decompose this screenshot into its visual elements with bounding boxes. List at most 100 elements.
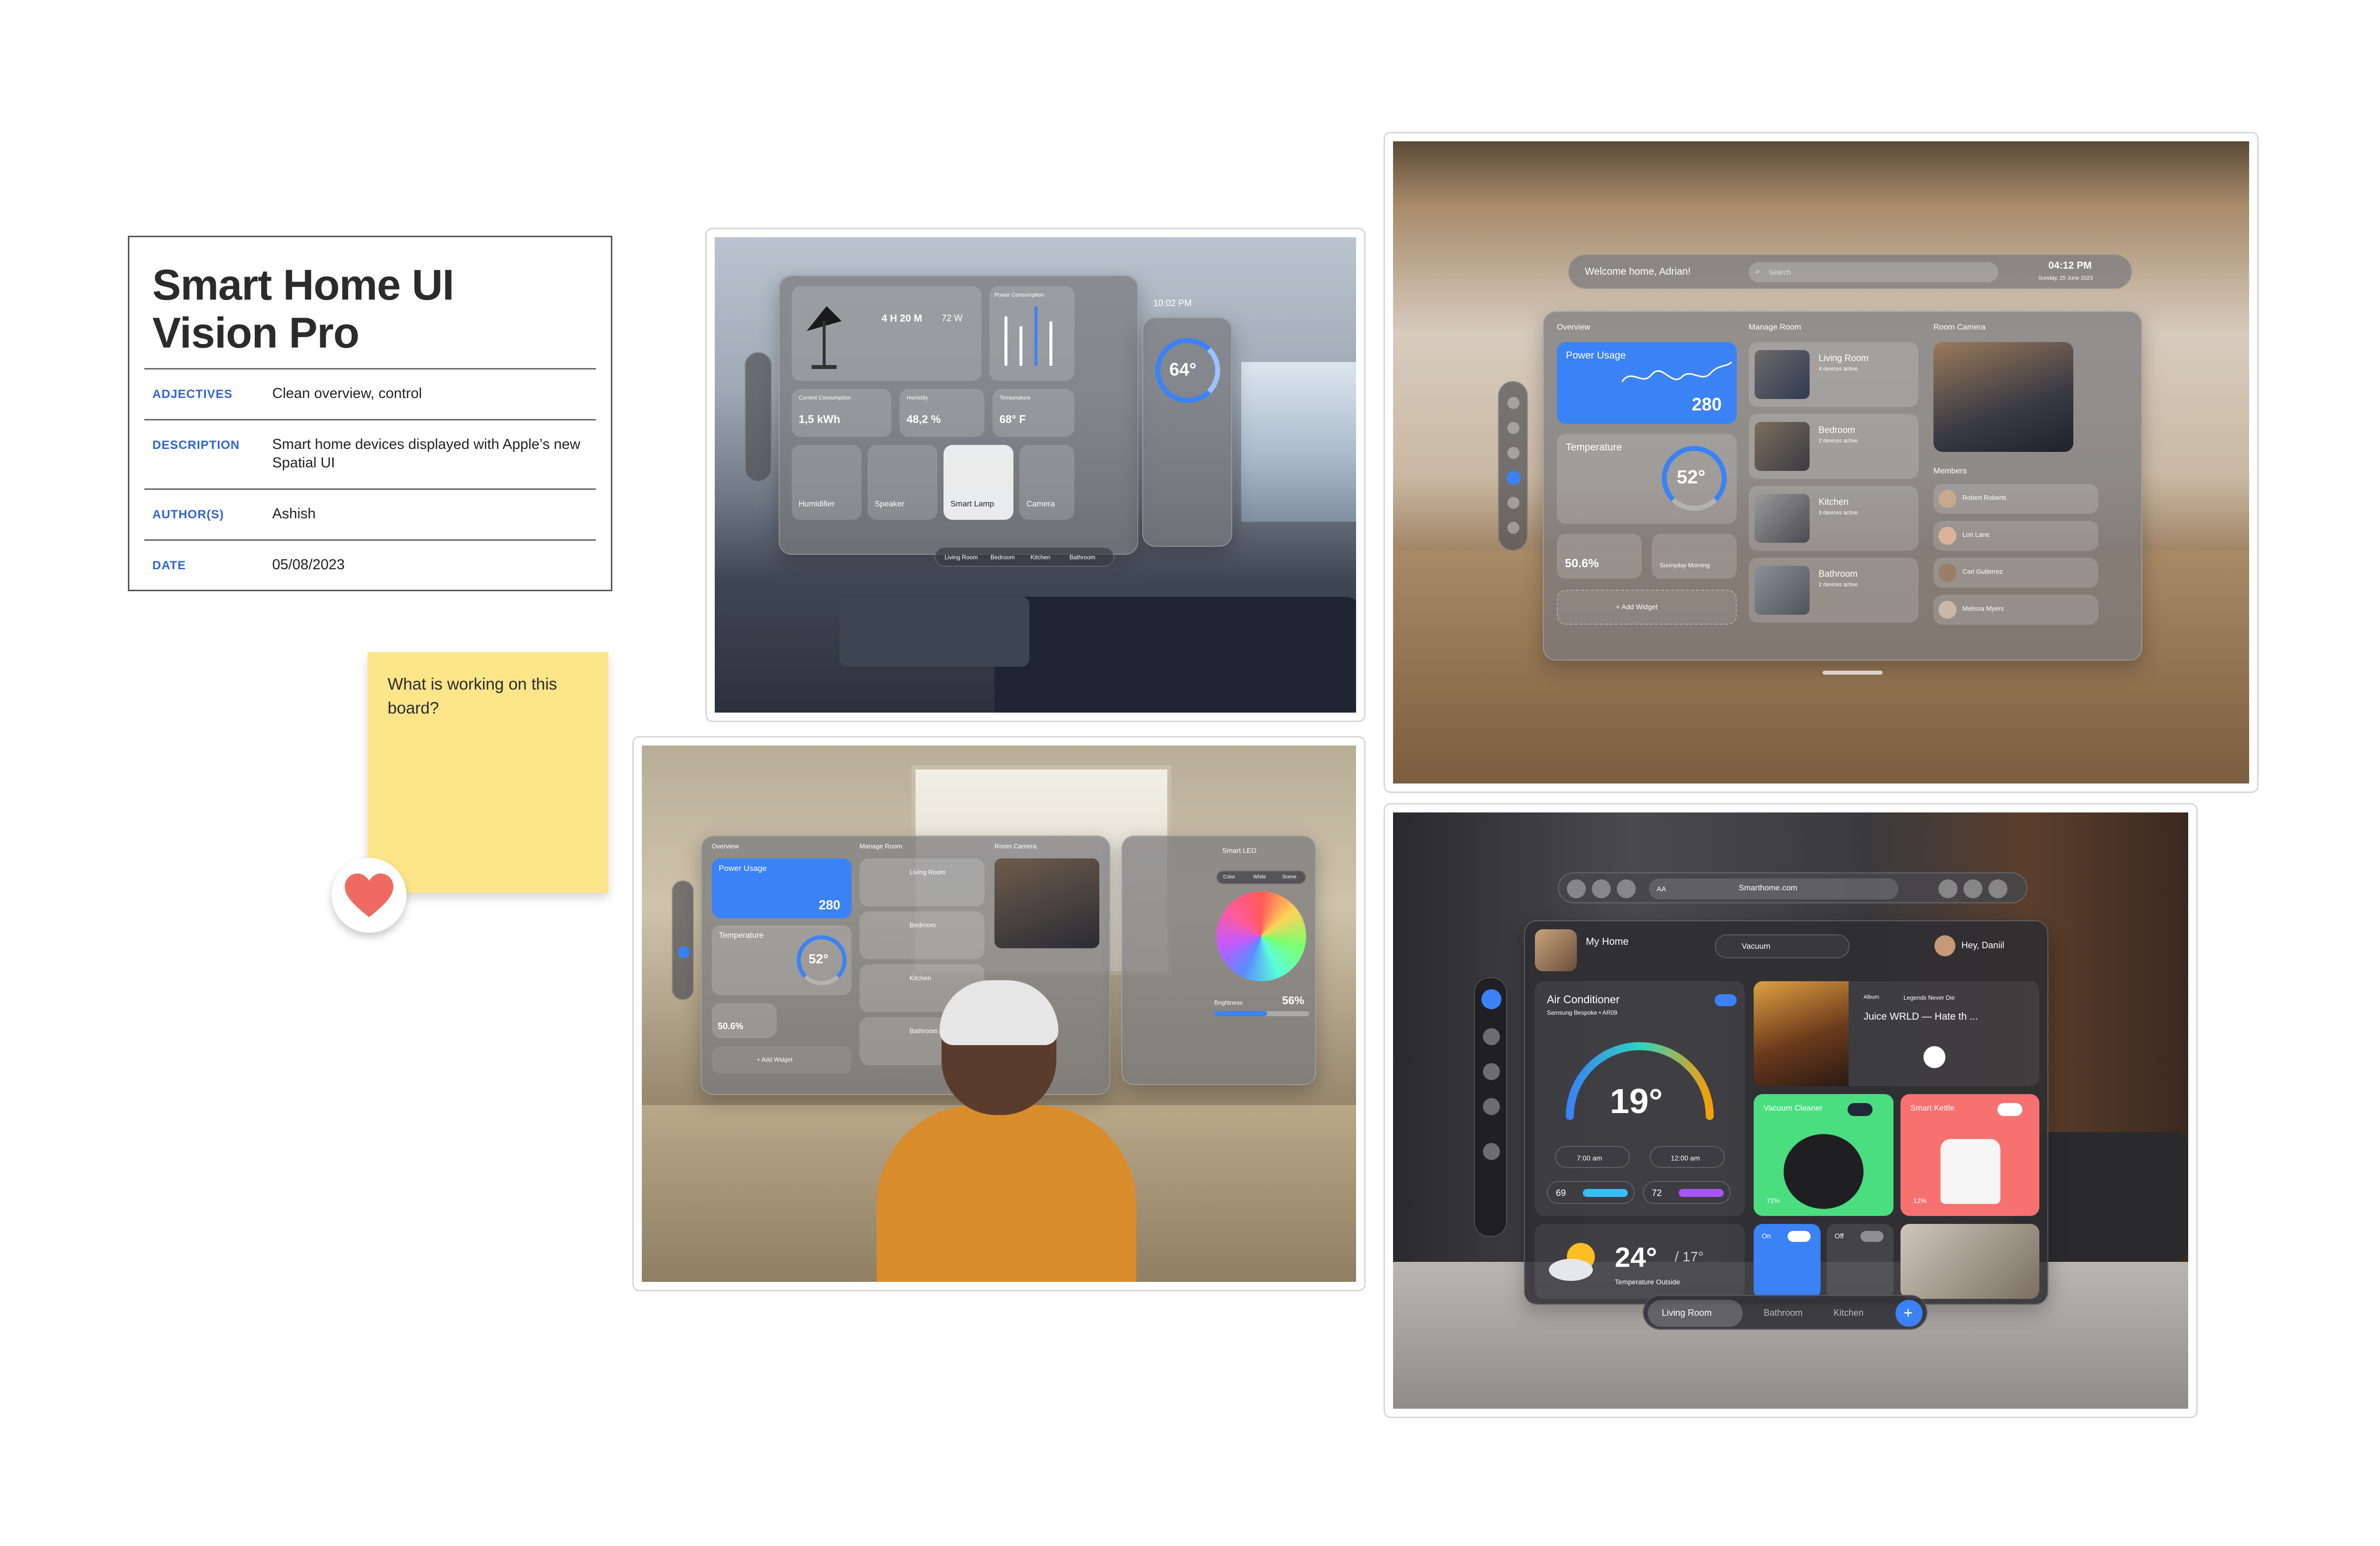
greeting-text: Hey, Daniil bbox=[1961, 940, 2004, 950]
ac-start-time-label: 7:00 am bbox=[1577, 1154, 1602, 1162]
screenshot-frame-dark-dashboard[interactable]: AA Smarthome.com My Home Vacuum Hey, Dan… bbox=[1384, 803, 2198, 1418]
light-mode-tabs[interactable]: Color White Scene bbox=[1216, 870, 1306, 884]
music-player-card[interactable]: Album Legends Never Die Juice WRLD — Hat… bbox=[1754, 981, 2039, 1086]
color-wheel[interactable] bbox=[1216, 891, 1306, 981]
tabs-icon[interactable] bbox=[1988, 879, 2007, 898]
add-icon[interactable] bbox=[678, 946, 690, 958]
tab-white[interactable]: White bbox=[1253, 874, 1266, 880]
room-tab-bar[interactable]: Living Room Bathroom Kitchen + bbox=[1643, 1295, 1927, 1330]
temperature-card[interactable]: Temperature 52° bbox=[1557, 434, 1737, 524]
device-label: Smart Lamp bbox=[951, 500, 994, 508]
vacuum-status-pill[interactable]: Vacuum bbox=[1715, 934, 1850, 958]
member-row[interactable]: Robert Roberts bbox=[1933, 484, 2098, 514]
forward-icon[interactable] bbox=[1617, 879, 1636, 898]
share-icon[interactable] bbox=[1938, 879, 1957, 898]
device-toggle[interactable] bbox=[1861, 1231, 1884, 1242]
sidebar-nav[interactable] bbox=[1474, 977, 1507, 1237]
temperature-card[interactable]: Temperature 52° bbox=[712, 925, 852, 995]
power-usage-card[interactable]: Power Usage 280 bbox=[712, 858, 852, 918]
vacuum-cleaner-card[interactable]: Vacuum Cleaner 72% bbox=[1754, 1094, 1894, 1216]
address-bar[interactable]: AA Smarthome.com bbox=[1649, 878, 1899, 899]
sidebar-icon[interactable] bbox=[1507, 497, 1519, 509]
room-card-bedroom[interactable]: Bedroom 2 devices active bbox=[1749, 414, 1918, 479]
lamp-card[interactable]: 4 H 20 M 72 W bbox=[792, 286, 981, 381]
device-speaker[interactable]: Speaker bbox=[868, 445, 938, 520]
room-camera-feed[interactable] bbox=[1933, 342, 2073, 452]
tab-kitchen[interactable]: Kitchen bbox=[1834, 1308, 1864, 1318]
device-tile-off[interactable]: Off bbox=[1827, 1224, 1894, 1299]
sidebar-icon[interactable] bbox=[1507, 447, 1519, 459]
url-text: Smarthome.com bbox=[1739, 884, 1798, 892]
home-icon[interactable] bbox=[1481, 989, 1501, 1009]
add-room-button[interactable]: + bbox=[1896, 1300, 1922, 1327]
room-camera-preview[interactable] bbox=[1901, 1224, 2039, 1299]
screenshot-frame-overview[interactable]: Welcome home, Adrian! Search ⌕ 04:12 PM … bbox=[1384, 132, 2259, 793]
member-row[interactable]: Lori Lane bbox=[1933, 521, 2098, 551]
device-tile-on[interactable]: On bbox=[1754, 1224, 1821, 1299]
temp-low-slider[interactable]: 69 bbox=[1547, 1181, 1635, 1204]
tab-bathroom[interactable]: Bathroom bbox=[1069, 554, 1095, 561]
vacuum-toggle[interactable] bbox=[1848, 1103, 1873, 1116]
sidebar-icon[interactable] bbox=[1483, 1143, 1500, 1160]
add-widget-button[interactable]: + Add Widget bbox=[1557, 590, 1737, 625]
device-camera[interactable]: Camera bbox=[1019, 445, 1074, 520]
ac-toggle[interactable] bbox=[1715, 994, 1737, 1006]
sidebar-icon[interactable] bbox=[1483, 1063, 1500, 1080]
heart-reaction-button[interactable] bbox=[332, 858, 407, 933]
avatar[interactable] bbox=[1934, 935, 1955, 956]
sidebar-icon[interactable] bbox=[1483, 1028, 1500, 1045]
window-view bbox=[1241, 362, 1356, 522]
air-conditioner-card[interactable]: Air Conditioner Samsung Bespoke • AR09 1… bbox=[1535, 981, 1745, 1216]
ac-start-time[interactable]: 7:00 am bbox=[1555, 1146, 1630, 1168]
room-card-bathroom[interactable]: Bathroom 2 devices active bbox=[1749, 558, 1918, 623]
sidebar-icon[interactable] bbox=[1507, 397, 1519, 409]
screenshot-frame-person[interactable]: Overview Power Usage 280 Temperature 52°… bbox=[632, 736, 1366, 1291]
sidebar-nav[interactable] bbox=[1498, 381, 1528, 551]
window-grabber[interactable] bbox=[1823, 671, 1883, 675]
member-row[interactable]: Carl Gutierrez bbox=[1933, 558, 2098, 588]
member-row[interactable]: Melissa Myers bbox=[1933, 595, 2098, 625]
tab-bedroom[interactable]: Bedroom bbox=[990, 554, 1015, 561]
sidebar-icon[interactable] bbox=[1483, 1098, 1500, 1115]
humidity-card: 50.6% bbox=[712, 1003, 777, 1038]
play-pause-button[interactable] bbox=[1923, 1046, 1945, 1068]
search-input[interactable]: Search ⌕ bbox=[1749, 262, 1998, 282]
reader-mode-label[interactable]: AA bbox=[1657, 885, 1666, 893]
sidebar-nav[interactable] bbox=[672, 880, 694, 1000]
device-smart-lamp[interactable]: Smart Lamp bbox=[944, 445, 1013, 520]
tab-bathroom[interactable]: Bathroom bbox=[1764, 1308, 1803, 1318]
tab-color[interactable]: Color bbox=[1223, 874, 1235, 880]
sidebar-icon[interactable] bbox=[1507, 422, 1519, 434]
smart-kettle-card[interactable]: Smart Kettle 12% bbox=[1901, 1094, 2039, 1216]
room-card[interactable]: Living Room bbox=[860, 858, 984, 906]
add-icon[interactable] bbox=[1506, 471, 1520, 485]
sticky-note[interactable]: What is working on this board? bbox=[368, 652, 608, 893]
sidebar-nav[interactable] bbox=[745, 352, 772, 482]
screenshot-frame-dashboard[interactable]: 4 H 20 M 72 W Power Consumption Current … bbox=[705, 228, 1366, 722]
sidebar-icon[interactable] bbox=[1507, 522, 1519, 534]
ac-end-time[interactable]: 12:00 am bbox=[1650, 1146, 1725, 1168]
temperature-card: Temperature 68° F bbox=[992, 389, 1074, 437]
new-tab-icon[interactable] bbox=[1963, 879, 1982, 898]
room-sub: 2 devices active bbox=[1819, 582, 1858, 588]
back-icon[interactable] bbox=[1592, 879, 1611, 898]
tab-living-room[interactable]: Living Room bbox=[1662, 1308, 1712, 1318]
room-tab-bar[interactable]: Living Room Bedroom Kitchen Bathroom bbox=[935, 547, 1114, 567]
room-card[interactable]: Bedroom bbox=[860, 911, 984, 959]
add-widget-button[interactable]: + Add Widget bbox=[712, 1046, 852, 1074]
info-value: Ashish bbox=[272, 506, 316, 522]
power-usage-card[interactable]: Power Usage 280 bbox=[1557, 342, 1737, 424]
info-label: AUTHOR(S) bbox=[152, 508, 224, 521]
device-toggle[interactable] bbox=[1788, 1231, 1811, 1242]
kettle-toggle[interactable] bbox=[1997, 1103, 2022, 1116]
sidebar-toggle-icon[interactable] bbox=[1567, 879, 1586, 898]
room-card-living-room[interactable]: Living Room 4 devices active bbox=[1749, 342, 1918, 407]
device-humidifier[interactable]: Humidifier bbox=[792, 445, 862, 520]
brightness-slider[interactable] bbox=[1214, 1011, 1309, 1016]
tab-living-room[interactable]: Living Room bbox=[945, 554, 978, 561]
temp-high-slider[interactable]: 72 bbox=[1643, 1181, 1731, 1204]
tab-scene[interactable]: Scene bbox=[1282, 874, 1296, 880]
room-card-kitchen[interactable]: Kitchen 3 devices active bbox=[1749, 486, 1918, 551]
tab-kitchen[interactable]: Kitchen bbox=[1030, 554, 1050, 561]
room-camera-feed[interactable] bbox=[994, 858, 1099, 948]
